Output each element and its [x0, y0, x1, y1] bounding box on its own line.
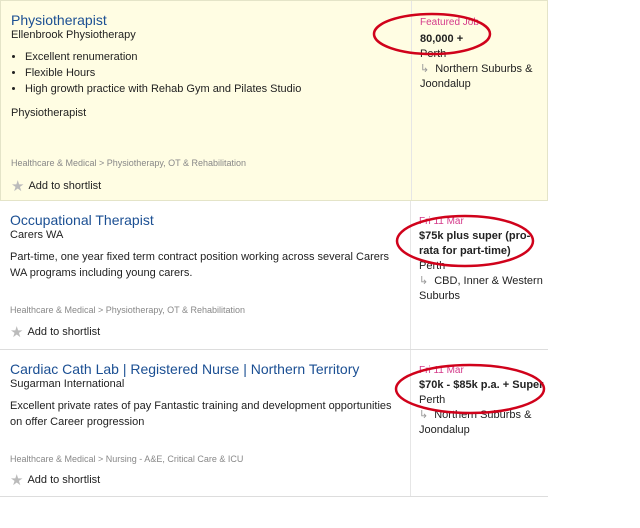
add-to-shortlist-button[interactable]: ★ Add to shortlist: [10, 323, 100, 341]
bullet: Excellent renumeration: [25, 49, 401, 65]
shortlist-label: Add to shortlist: [27, 474, 101, 486]
sub-arrow-icon: ↳: [419, 409, 429, 421]
job-title-link[interactable]: Cardiac Cath Lab | Registered Nurse | No…: [10, 360, 400, 378]
sub-arrow-icon: ↳: [419, 275, 429, 287]
location: Perth: [420, 48, 447, 60]
job-category: Healthcare & Medical > Nursing - A&E, Cr…: [10, 454, 244, 464]
salary: $75k plus super (pro-rata for part-time): [419, 230, 531, 257]
job-description: Part-time, one year fixed term contract …: [10, 251, 390, 279]
bullet: Flexible Hours: [25, 65, 401, 81]
area-label: CBD, Inner & Western Suburbs: [419, 275, 543, 302]
featured-label: Featured Job: [420, 17, 479, 28]
sub-arrow-icon: ↳: [420, 63, 430, 75]
salary: $70k - $85k p.a. + Super: [419, 379, 544, 391]
location: Perth: [419, 260, 446, 272]
job-card: Physiotherapist Ellenbrook Physiotherapy…: [0, 0, 548, 201]
job-category: Healthcare & Medical > Physiotherapy, OT…: [10, 305, 246, 315]
column-divider: [411, 1, 412, 200]
add-to-shortlist-button[interactable]: ★ Add to shortlist: [11, 177, 101, 195]
job-title-link[interactable]: Occupational Therapist: [10, 211, 400, 229]
column-divider: [410, 350, 411, 496]
company-name: Sugarman International: [10, 378, 125, 390]
area: ↳ CBD, Inner & Western Suburbs: [419, 274, 544, 304]
shortlist-label: Add to shortlist: [27, 326, 101, 338]
posted-date: Fri 11 Mar: [419, 216, 464, 227]
bullet: High growth practice with Rehab Gym and …: [25, 81, 401, 97]
star-icon: ★: [10, 472, 24, 489]
company-name: Ellenbrook Physiotherapy: [11, 29, 136, 41]
area: ↳ Northern Suburbs & Joondalup: [419, 408, 544, 438]
posted-date: Fri 11 Mar: [419, 365, 464, 376]
area-label: Northern Suburbs & Joondalup: [419, 409, 532, 436]
job-category: Healthcare & Medical > Physiotherapy, OT…: [11, 158, 247, 168]
star-icon: ★: [10, 324, 24, 341]
job-card: Cardiac Cath Lab | Registered Nurse | No…: [0, 350, 548, 497]
job-bullets: Excellent renumeration Flexible Hours Hi…: [11, 49, 401, 97]
add-to-shortlist-button[interactable]: ★ Add to shortlist: [10, 471, 100, 489]
salary: 80,000 +: [420, 33, 464, 45]
column-divider: [410, 201, 411, 349]
area-label: Northern Suburbs & Joondalup: [420, 63, 533, 90]
area: ↳ Northern Suburbs & Joondalup: [420, 62, 545, 92]
location: Perth: [419, 394, 446, 406]
job-description: Physiotherapist: [11, 107, 87, 119]
job-description: Excellent private rates of pay Fantastic…: [10, 400, 392, 428]
job-title-link[interactable]: Physiotherapist: [11, 11, 401, 29]
job-card: Occupational Therapist Carers WA Part-ti…: [0, 201, 548, 350]
company-name: Carers WA: [10, 229, 64, 241]
shortlist-label: Add to shortlist: [28, 180, 102, 192]
star-icon: ★: [11, 178, 25, 195]
